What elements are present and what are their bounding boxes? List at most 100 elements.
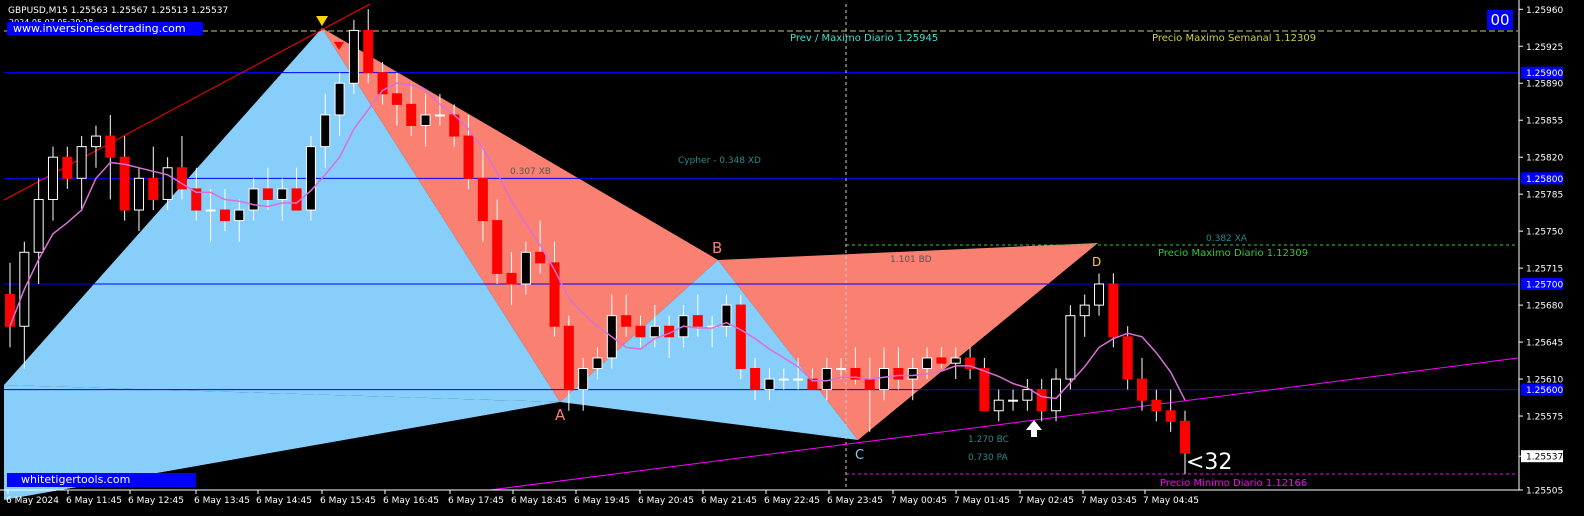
candle-body (105, 135, 116, 158)
candle-body (563, 325, 574, 391)
candle-body (148, 177, 159, 200)
candle (148, 146, 159, 211)
candle-body (649, 325, 660, 338)
candle-body (1108, 283, 1119, 338)
x-tick-label: 7 May 01:45 (954, 496, 1010, 506)
candle-body (907, 368, 918, 380)
y-tick-label: 1.25855 (1526, 117, 1563, 127)
point-b: B (712, 239, 722, 257)
label-max-diario: Precio Maximo Diario 1.12309 (1158, 248, 1308, 259)
candle (76, 136, 87, 211)
y-tick-label: 1.25960 (1526, 6, 1563, 16)
candle (1065, 305, 1076, 390)
candle (5, 262, 15, 348)
x-tick-label: 7 May 04:45 (1143, 496, 1199, 506)
candle-body (936, 357, 947, 364)
candle-body (477, 177, 488, 222)
candle-body (922, 357, 933, 370)
candle-body (621, 315, 632, 327)
candle-body (277, 188, 288, 200)
y-tick-label: 1.25537 (1526, 453, 1563, 463)
label-bc: 1.270 BC (968, 435, 1009, 445)
candle-body (1165, 410, 1176, 422)
candle-body (578, 368, 589, 391)
candle (47, 146, 58, 221)
x-tick-label: 6 May 17:45 (448, 496, 504, 506)
candle-body (750, 368, 761, 391)
label-min-diario: Precio Minimo Diario 1.12166 (1160, 478, 1307, 489)
y-tick-label: 1.25925 (1526, 43, 1563, 53)
y-tick-label: 1.25750 (1526, 228, 1563, 238)
candle-body (62, 156, 73, 179)
candle-body (692, 315, 703, 327)
level-price-label: 1.25900 (1526, 69, 1563, 79)
candle (348, 19, 359, 94)
candle (105, 114, 116, 200)
x-tick-label: 6 May 11:45 (66, 496, 122, 506)
candle-body (764, 378, 775, 391)
candle-body (5, 294, 15, 327)
candle (62, 146, 73, 189)
x-tick-label: 6 May 13:45 (194, 496, 250, 506)
candle (1036, 379, 1047, 422)
label-xa: 0.382 XA (1206, 234, 1248, 244)
y-tick-label: 1.25890 (1526, 80, 1563, 90)
y-tick-label: 1.25715 (1526, 265, 1563, 275)
candle-body (463, 135, 474, 179)
candle-body (592, 357, 603, 370)
candle-body (406, 103, 417, 127)
level-price-label: 1.25800 (1526, 175, 1563, 185)
arrow-up-icon (1026, 420, 1042, 437)
candle-body (520, 251, 531, 285)
candle (19, 241, 30, 369)
candle-body (234, 209, 245, 222)
candle-body (90, 135, 101, 148)
website-banner[interactable]: www.inversionesdetrading.com (7, 22, 203, 35)
price-chart[interactable]: 1.25960 1.25925 1.25890 1.25855 1.25820 1.257… (0, 0, 1584, 516)
candle-body (864, 378, 875, 391)
candle (1122, 326, 1133, 390)
x-tick-label: 6 May 2024 (6, 496, 59, 506)
point-c: C (855, 448, 864, 463)
candle-body (334, 82, 345, 116)
candle-body (1036, 389, 1047, 412)
candle-body (1079, 304, 1090, 317)
candle-body (219, 209, 230, 222)
candle-body (1180, 420, 1190, 454)
y-tick-label: 1.25645 (1526, 339, 1563, 349)
candle-body (979, 368, 990, 412)
candle-body (262, 188, 273, 200)
x-tick-label: 6 May 15:45 (320, 496, 376, 506)
candle-body (1151, 399, 1162, 412)
x-tick-label: 6 May 18:45 (511, 496, 567, 506)
candle-body (735, 304, 746, 370)
y-tick-label: 1.25575 (1526, 413, 1563, 423)
candle (1022, 379, 1033, 411)
level-price-label: 1.25600 (1526, 386, 1563, 396)
candle-body (133, 177, 144, 211)
label-xb: 0.307 XB (510, 167, 551, 177)
candle-body (434, 114, 445, 117)
website-banner-2[interactable]: whitetigertools.com (7, 473, 196, 487)
candle-body (320, 114, 331, 148)
candle-body (47, 156, 58, 200)
candle-body (1122, 336, 1133, 380)
candle (1151, 389, 1162, 422)
y-tick-label: 1.25785 (1526, 191, 1563, 201)
candle (133, 167, 144, 232)
x-tick-label: 7 May 00:45 (891, 496, 947, 506)
candle (965, 347, 976, 380)
candle-countdown: <32 (1186, 450, 1233, 475)
candle-body (778, 378, 789, 381)
x-tick-label: 6 May 23:45 (827, 496, 883, 506)
label-cypher: Cypher - 0.348 XD (678, 156, 761, 166)
x-tick-label: 7 May 02:45 (1018, 496, 1074, 506)
x-tick-label: 6 May 19:45 (574, 496, 630, 506)
candle-body (993, 399, 1004, 412)
x-tick-label: 6 May 20:45 (638, 496, 694, 506)
candle (993, 389, 1004, 422)
candle-body (793, 378, 804, 381)
candle-body (1022, 389, 1033, 401)
x-tick-label: 6 May 16:45 (383, 496, 439, 506)
point-d: D (1092, 255, 1101, 269)
